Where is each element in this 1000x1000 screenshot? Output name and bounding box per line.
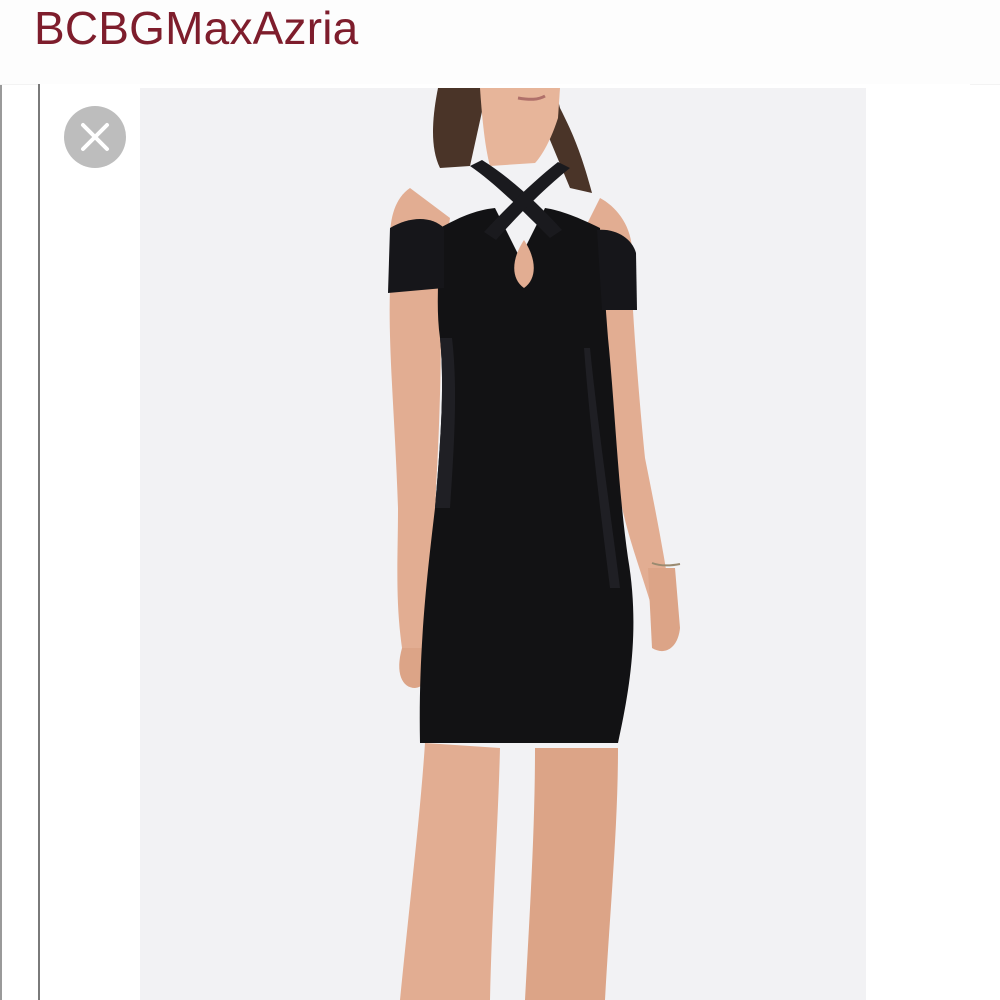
product-image-viewer: BCBGMaxAzria bbox=[0, 0, 1000, 1000]
brand-name: BCBGMaxAzria bbox=[34, 2, 359, 54]
product-photo bbox=[140, 88, 866, 1000]
dress-photo-illustration bbox=[140, 88, 866, 1000]
header: BCBGMaxAzria bbox=[0, 0, 1000, 85]
viewer-divider bbox=[38, 84, 40, 1000]
left-divider bbox=[0, 0, 2, 1000]
close-button[interactable] bbox=[64, 106, 126, 168]
close-icon bbox=[81, 123, 109, 151]
